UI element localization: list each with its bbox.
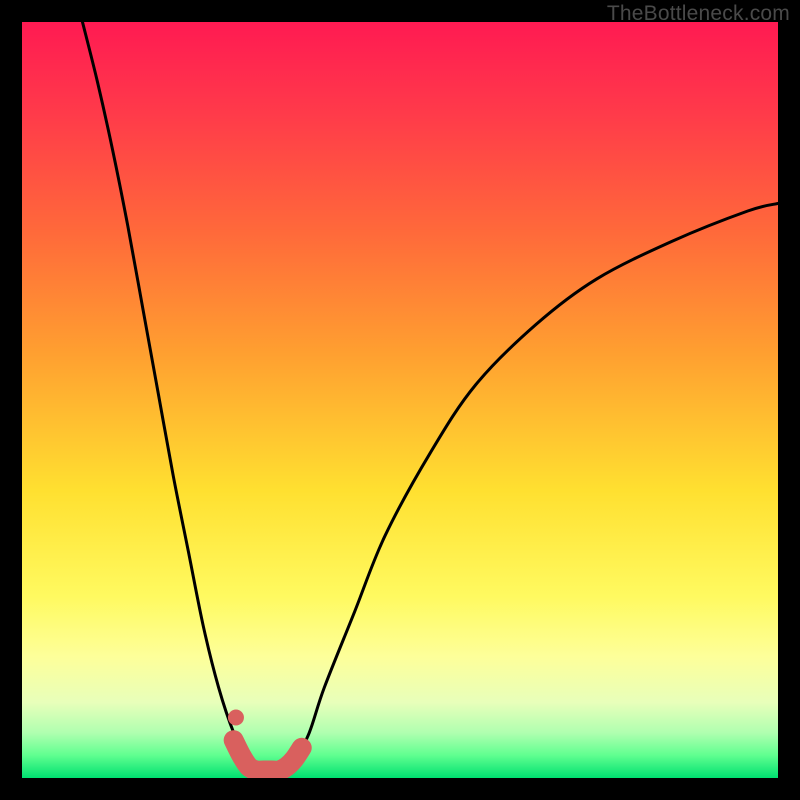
left-curve-path — [82, 22, 248, 763]
trough-dot — [228, 710, 244, 726]
chart-curves-svg — [22, 22, 778, 778]
chart-frame — [22, 22, 778, 778]
right-curve-path — [294, 203, 778, 762]
trough-highlight-path — [234, 740, 302, 771]
attribution-text: TheBottleneck.com — [607, 2, 790, 26]
